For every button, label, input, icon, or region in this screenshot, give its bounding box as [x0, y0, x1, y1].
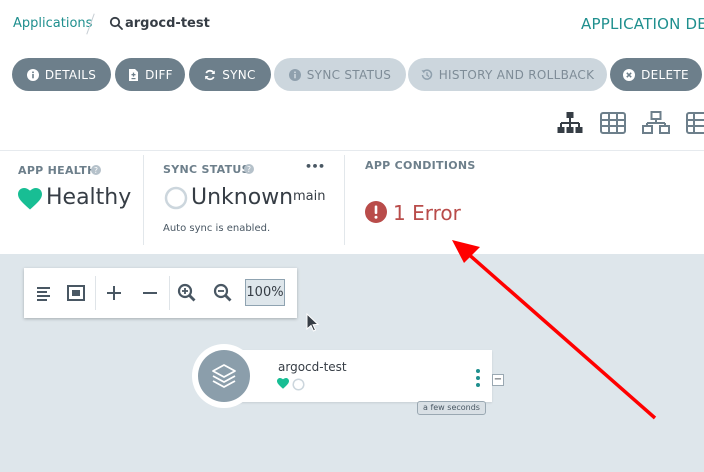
mouse-cursor-icon: [306, 313, 319, 332]
breadcrumb-applications-link[interactable]: Applications: [13, 16, 92, 31]
unknown-status-icon: [164, 186, 188, 210]
details-button-label: DETAILS: [44, 67, 97, 82]
sync-revision: main: [293, 189, 326, 204]
top-bar: Applications argocd-test APPLICATION DET: [0, 0, 704, 48]
sync-status-button[interactable]: SYNC STATUS: [274, 58, 406, 91]
network-view-icon[interactable]: [642, 110, 670, 136]
toolbar-separator: [95, 276, 96, 310]
app-conditions-value[interactable]: 1 Error: [393, 201, 461, 225]
info-icon: [288, 68, 301, 81]
unknown-status-icon: [292, 378, 305, 391]
fit-screen-icon[interactable]: [65, 282, 87, 304]
diff-button-label: DIFF: [145, 67, 173, 82]
app-health-label: APP HEALTH: [18, 164, 97, 177]
pods-view-icon[interactable]: [599, 110, 627, 136]
file-diff-icon: [129, 68, 139, 81]
history-icon: [421, 68, 432, 80]
diff-button[interactable]: DIFF: [115, 58, 185, 91]
app-node-icon-ring: [192, 344, 256, 408]
plus-icon[interactable]: [103, 282, 125, 304]
history-rollback-button[interactable]: HISTORY AND ROLLBACK: [408, 58, 607, 91]
breadcrumb-current-app[interactable]: argocd-test: [125, 16, 210, 31]
help-icon[interactable]: ?: [91, 165, 101, 175]
more-menu-icon[interactable]: •••: [305, 160, 325, 173]
layers-icon: [212, 364, 236, 388]
minus-icon[interactable]: [139, 282, 161, 304]
divider: [344, 155, 345, 245]
delete-button[interactable]: DELETE: [610, 58, 702, 91]
app-node-name: argocd-test: [278, 360, 347, 374]
sync-status-button-label: SYNC STATUS: [306, 67, 392, 82]
zoom-in-icon[interactable]: [176, 282, 198, 304]
action-bar: DETAILS DIFF SYNC SYNC STATUS HISTORY AN…: [0, 58, 704, 92]
list-view-icon[interactable]: [685, 110, 704, 136]
search-icon[interactable]: [109, 16, 123, 30]
error-icon: [365, 201, 387, 223]
tree-view-icon[interactable]: [556, 110, 584, 136]
close-circle-icon: [623, 68, 636, 81]
app-conditions-label: APP CONDITIONS: [365, 159, 476, 172]
sync-button-label: SYNC: [222, 67, 256, 82]
heart-icon: [18, 188, 42, 210]
view-switcher: [556, 110, 704, 138]
auto-sync-note: Auto sync is enabled.: [163, 223, 271, 234]
page-title: APPLICATION DET: [581, 15, 704, 33]
details-button[interactable]: DETAILS: [12, 58, 111, 91]
app-node-icon-bg: [198, 350, 250, 402]
sync-status-label: SYNC STATUS: [163, 163, 250, 176]
sync-button[interactable]: SYNC: [189, 58, 271, 91]
svg-text:?: ?: [247, 165, 251, 174]
info-icon: [26, 68, 39, 81]
annotation-arrow: [452, 240, 657, 420]
sync-status-value: Unknown: [191, 185, 294, 210]
zoom-level-display[interactable]: 100%: [245, 279, 285, 306]
history-rollback-button-label: HISTORY AND ROLLBACK: [438, 67, 595, 82]
align-left-icon[interactable]: [33, 282, 55, 304]
svg-text:?: ?: [94, 166, 98, 175]
divider: [143, 155, 144, 245]
zoom-out-icon[interactable]: [212, 282, 234, 304]
graph-toolbar: 100%: [24, 268, 297, 318]
delete-button-label: DELETE: [641, 67, 689, 82]
app-health-value: Healthy: [46, 185, 132, 210]
sync-icon: [205, 69, 216, 80]
help-icon[interactable]: ?: [244, 164, 254, 174]
heart-icon: [277, 378, 289, 389]
toolbar-separator: [169, 276, 170, 310]
